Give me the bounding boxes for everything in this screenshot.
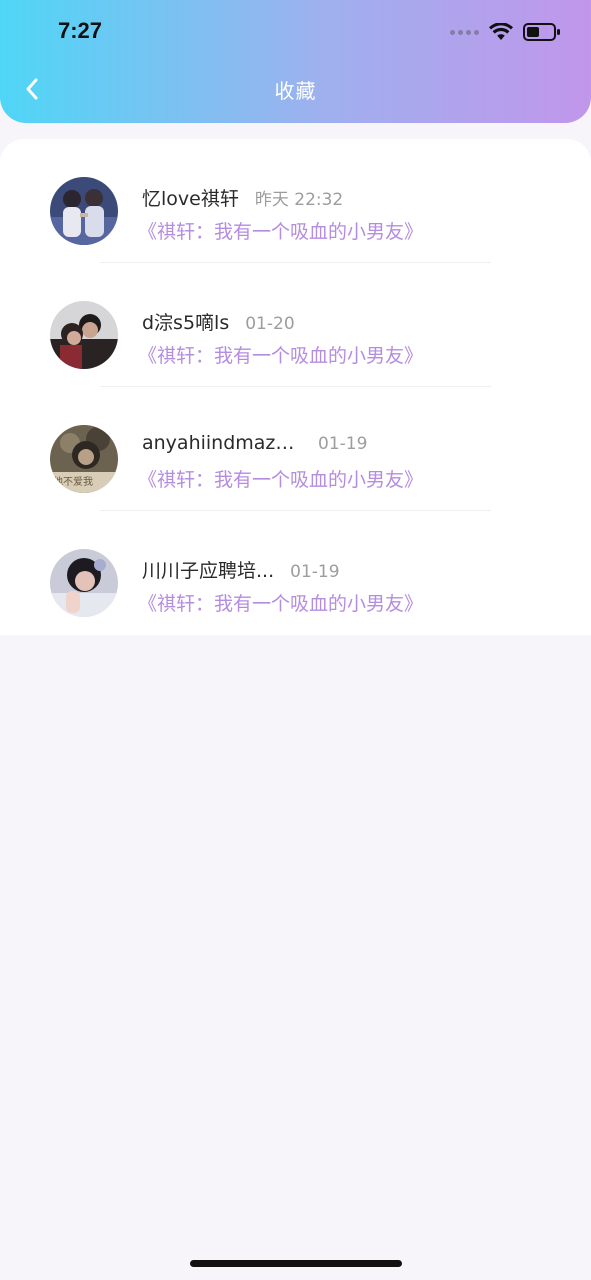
wifi-icon (489, 23, 513, 40)
user-name[interactable]: 川川子应聘培... (142, 556, 274, 583)
avatar-caption: 他不爱我 (53, 475, 93, 488)
home-indicator[interactable] (190, 1260, 402, 1267)
item-time: 01-20 (245, 314, 295, 334)
item-time: 01-19 (290, 562, 340, 582)
book-title[interactable]: 《祺轩：我有一个吸血的小男友》 (138, 217, 423, 244)
book-title[interactable]: 《祺轩：我有一个吸血的小男友》 (138, 341, 423, 368)
cellular-signal-icon (450, 29, 479, 35)
list-item[interactable]: 川川子应聘培... 01-19 《祺轩：我有一个吸血的小男友》 (0, 511, 591, 635)
list-item[interactable]: d淙s5嘀ls 01-20 《祺轩：我有一个吸血的小男友》 (0, 263, 591, 387)
status-icons (450, 22, 561, 42)
user-avatar[interactable] (50, 549, 118, 617)
user-name[interactable]: d淙s5嘀ls (142, 308, 229, 335)
item-time: 昨天 22:32 (254, 190, 344, 210)
user-name[interactable]: anyahiindmaza... (142, 432, 302, 454)
user-avatar[interactable]: 他不爱我 (50, 425, 118, 493)
user-name[interactable]: 忆love祺轩 (142, 184, 239, 211)
book-title[interactable]: 《祺轩：我有一个吸血的小男友》 (138, 589, 423, 616)
list-item[interactable]: 他不爱我 anyahiindmaza... 01-19 《祺轩：我有一个吸血的小… (0, 387, 591, 511)
list-item[interactable]: 忆love祺轩 昨天 22:32 《祺轩：我有一个吸血的小男友》 (0, 139, 591, 263)
user-avatar[interactable] (50, 177, 118, 245)
page-title: 收藏 (274, 79, 317, 103)
status-time: 7:27 (58, 18, 103, 43)
item-time: 01-19 (318, 434, 368, 454)
favorites-list: 忆love祺轩 昨天 22:32 《祺轩：我有一个吸血的小男友》 d淙s5嘀ls… (0, 139, 591, 635)
book-title[interactable]: 《祺轩：我有一个吸血的小男友》 (138, 465, 423, 492)
battery-icon (523, 23, 560, 41)
header-bar: 7:27 收藏 (0, 0, 591, 123)
user-avatar[interactable] (50, 301, 118, 369)
